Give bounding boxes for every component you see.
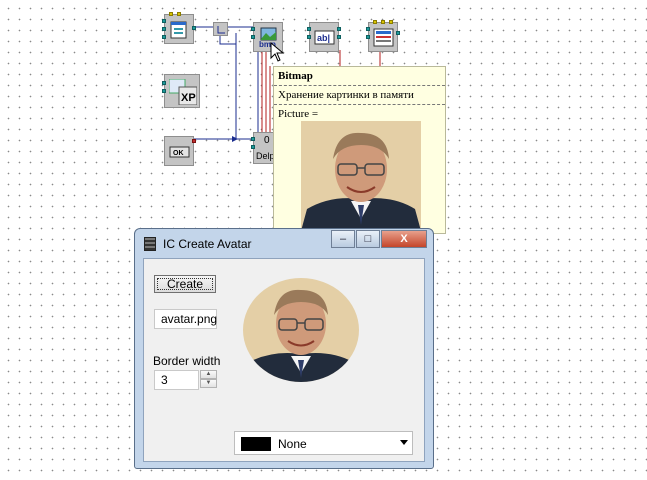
create-button[interactable]: Create — [154, 275, 216, 293]
hub-component[interactable] — [213, 22, 228, 36]
color-swatch — [241, 437, 271, 451]
tooltip-description: Хранение картинки в памяти — [274, 85, 445, 104]
border-width-spinner: ▲ ▼ — [200, 370, 217, 388]
svg-text:OK: OK — [173, 150, 184, 157]
app-window: IC Create Avatar – □ X Create avatar.png… — [134, 228, 434, 469]
avatar-preview — [243, 278, 359, 382]
chevron-down-icon — [400, 440, 408, 445]
spin-down-button[interactable]: ▼ — [200, 379, 217, 388]
maximize-button[interactable]: □ — [356, 230, 380, 248]
border-color-value: None — [278, 437, 307, 451]
window-title: IC Create Avatar — [163, 237, 252, 251]
border-color-select[interactable]: None — [234, 431, 413, 455]
app-icon — [144, 237, 156, 251]
svg-text:XP: XP — [181, 92, 196, 104]
xp-style-component[interactable]: XP — [162, 74, 200, 108]
border-width-label: Border width — [153, 354, 221, 368]
title-bar[interactable]: IC Create Avatar – □ X — [135, 229, 433, 257]
bitmap-hint-tooltip: Bitmap Хранение картинки в памяти Pictur… — [273, 66, 446, 234]
hub-icon — [217, 26, 225, 34]
list-component[interactable] — [366, 20, 400, 52]
label-icon: ab| — [314, 30, 335, 45]
svg-text:ab|: ab| — [317, 33, 330, 43]
window-client-area: Create avatar.png Border width 3 ▲ ▼ Non… — [143, 258, 425, 462]
ok-button-component[interactable]: OK — [164, 136, 196, 166]
list-icon — [373, 28, 394, 47]
arrow-head-icon — [232, 136, 238, 142]
filename-input[interactable]: avatar.png — [154, 309, 217, 329]
form-icon — [170, 21, 187, 39]
spin-up-button[interactable]: ▲ — [200, 370, 217, 379]
button-icon: OK — [169, 146, 190, 158]
tooltip-title: Bitmap — [278, 70, 313, 82]
mainform-component[interactable] — [162, 12, 196, 44]
close-button[interactable]: X — [381, 230, 427, 248]
border-width-input[interactable]: 3 — [154, 370, 199, 390]
tooltip-picture — [301, 121, 421, 231]
delphi-index: 0 — [264, 135, 270, 146]
label-component[interactable]: ab| — [307, 22, 341, 52]
mouse-cursor-icon — [270, 42, 285, 62]
xp-icon: XP — [169, 79, 197, 105]
minimize-button[interactable]: – — [331, 230, 355, 248]
